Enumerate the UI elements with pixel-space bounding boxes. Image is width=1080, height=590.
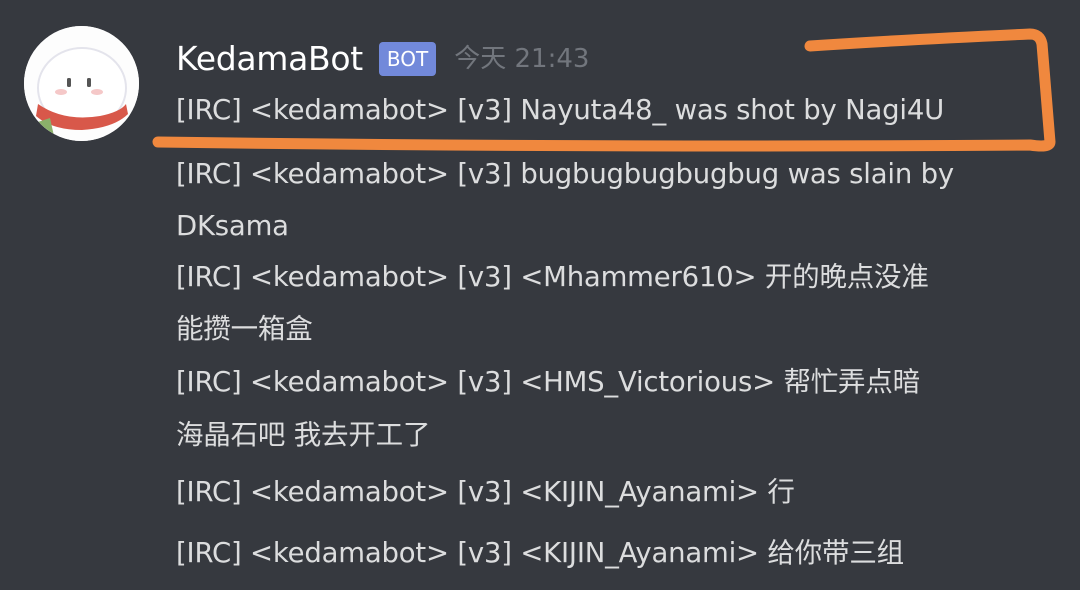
bot-badge: BOT [378,42,437,76]
message-line: [IRC] <kedamabot> [v3] <KIJIN_Ayanami> 给… [176,537,904,569]
message-line: [IRC] <kedamabot> [v3] <KIJIN_Ayanami> 行 [176,476,795,508]
message-line: DKsama [176,210,289,242]
message-line: 海晶石吧 我去开工了 [176,419,431,451]
avatar[interactable] [24,26,139,141]
kedama-avatar-icon [24,26,139,141]
message-line: 能攒一箱盒 [176,313,313,345]
username[interactable]: KedamaBot [176,34,363,84]
message-line: [IRC] <kedamabot> [v3] bugbugbugbugbug w… [176,158,954,190]
message-line: [IRC] <kedamabot> [v3] <Mhammer610> 开的晚点… [176,261,929,293]
timestamp[interactable]: 今天 21:43 [454,34,589,84]
message-line: [IRC] <kedamabot> [v3] Nayuta48_ was sho… [176,94,945,126]
message-header: KedamaBot BOT 今天 21:43 [176,34,589,84]
message-line: [IRC] <kedamabot> [v3] <HMS_Victorious> … [176,366,920,398]
